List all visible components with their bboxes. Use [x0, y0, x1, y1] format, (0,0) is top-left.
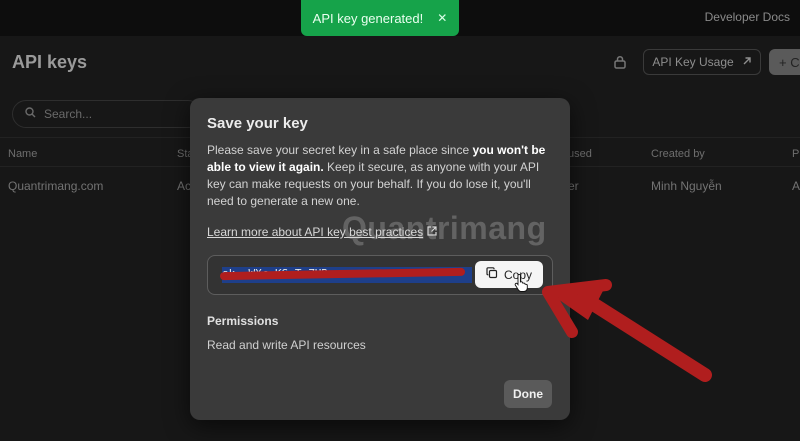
row-key-name: Quantrimang.com	[8, 179, 104, 193]
copy-button[interactable]: Copy	[475, 261, 543, 288]
api-key-usage-button[interactable]: API Key Usage	[643, 49, 761, 75]
dialog-title: Save your key	[207, 115, 308, 132]
learn-more-link[interactable]: Learn more about API key best practices	[207, 225, 437, 239]
permissions-value: Read and write API resources	[207, 338, 366, 352]
page-title: API keys	[12, 52, 88, 72]
search-input[interactable]: Search...	[12, 100, 202, 128]
column-header-permissions[interactable]: P	[792, 148, 799, 160]
success-toast: API key generated! ✕	[301, 0, 459, 36]
secret-key-field[interactable]: sk- WXc KSzT ZHRun Copy	[207, 255, 553, 295]
dialog-description: Please save your secret key in a safe pl…	[207, 142, 557, 210]
permissions-heading: Permissions	[207, 314, 279, 328]
hand-cursor-icon	[514, 273, 528, 295]
lock-icon	[613, 55, 627, 69]
toast-message: API key generated!	[312, 10, 424, 26]
row-created-by: Minh Nguyễn	[651, 179, 722, 193]
close-icon[interactable]: ✕	[437, 11, 447, 25]
learn-more-label: Learn more about API key best practices	[207, 225, 424, 239]
row-permissions: A	[792, 179, 800, 193]
desc-text: Please save your secret key in a safe pl…	[207, 143, 473, 157]
arrow-up-right-icon	[742, 55, 752, 69]
external-link-icon	[427, 225, 437, 239]
developer-docs-link[interactable]: Developer Docs	[705, 10, 790, 24]
column-header-created-by[interactable]: Created by	[651, 148, 705, 160]
column-header-name[interactable]: Name	[8, 148, 37, 160]
copy-icon	[486, 267, 498, 282]
usage-button-label: API Key Usage	[652, 55, 734, 69]
row-status: Ac	[177, 179, 192, 193]
search-placeholder: Search...	[44, 107, 93, 121]
done-button[interactable]: Done	[504, 380, 552, 408]
search-icon	[25, 107, 36, 121]
column-header-last-used[interactable]: used	[568, 148, 592, 160]
create-key-button[interactable]: + C	[769, 49, 800, 75]
save-key-dialog: Save your key Please save your secret ke…	[190, 98, 570, 420]
